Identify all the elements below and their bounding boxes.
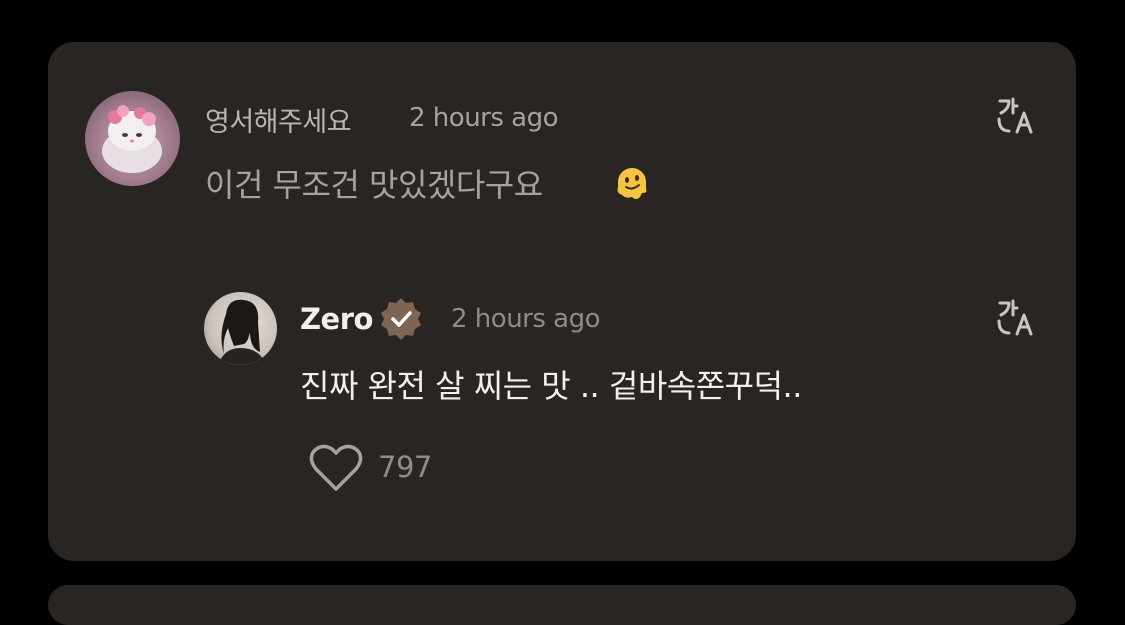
- reply-text: 진짜 완전 살 찌는 맛 .. 겉바속쫀꾸덕..: [300, 367, 802, 405]
- sheep-plush-image: [102, 105, 162, 173]
- comment-card: [48, 42, 1076, 561]
- replier-avatar[interactable]: [204, 292, 277, 365]
- comment-timestamp: 2 hours ago: [409, 103, 559, 133]
- commenter-avatar[interactable]: [85, 91, 180, 186]
- translate-icon[interactable]: [995, 95, 1037, 137]
- commenter-username[interactable]: 영서해주세요: [205, 100, 352, 139]
- translate-icon[interactable]: [995, 297, 1037, 339]
- comment-text: 이건 무조건 맛있겠다구요: [205, 166, 543, 204]
- next-comment-card: [48, 585, 1076, 625]
- verified-badge-icon: [377, 295, 425, 343]
- replier-username[interactable]: Zero: [300, 302, 373, 336]
- person-photo-image: [218, 299, 266, 365]
- heart-outline-icon[interactable]: [308, 443, 364, 493]
- melting-face-icon: [612, 163, 652, 203]
- like-count: 797: [378, 450, 432, 484]
- reply-timestamp: 2 hours ago: [451, 304, 601, 334]
